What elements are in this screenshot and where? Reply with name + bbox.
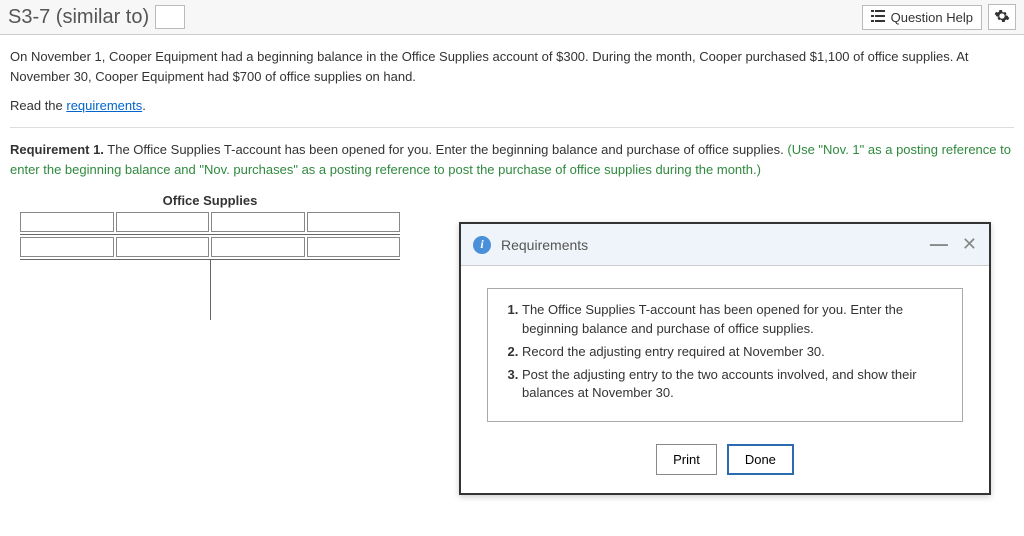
read-prefix: Read the	[10, 98, 66, 113]
t-cell-r2c2[interactable]	[116, 237, 210, 257]
done-button[interactable]: Done	[727, 444, 794, 475]
title-spacer-box	[155, 5, 185, 29]
requirement-item-1: The Office Supplies T-account has been o…	[522, 301, 948, 339]
popup-body: The Office Supplies T-account has been o…	[461, 266, 989, 440]
t-cell-r2c1[interactable]	[20, 237, 114, 257]
requirement-1-line: Requirement 1. The Office Supplies T-acc…	[10, 140, 1014, 179]
list-icon	[871, 10, 885, 25]
question-title: S3-7 (similar to)	[8, 6, 149, 29]
question-help-button[interactable]: Question Help	[862, 5, 982, 30]
requirement-item-3: Post the adjusting entry to the two acco…	[522, 366, 948, 404]
t-account: Office Supplies	[20, 193, 400, 320]
header-left: S3-7 (similar to)	[8, 5, 185, 29]
requirements-list: The Office Supplies T-account has been o…	[502, 301, 948, 403]
gear-icon	[994, 8, 1010, 27]
requirement-item-2: Record the adjusting entry required at N…	[522, 343, 948, 362]
popup-footer: Print Done	[461, 440, 989, 493]
t-cell-r2c4[interactable]	[307, 237, 401, 257]
settings-button[interactable]	[988, 4, 1016, 30]
requirement-1-text: The Office Supplies T-account has been o…	[104, 142, 787, 157]
divider	[10, 127, 1014, 128]
popup-controls: — ✕	[930, 234, 977, 255]
read-requirements-line: Read the requirements.	[10, 98, 1014, 113]
popup-header: i Requirements — ✕	[461, 224, 989, 266]
requirements-link[interactable]: requirements	[66, 98, 142, 113]
t-account-title: Office Supplies	[20, 193, 400, 208]
t-cell-r1c2[interactable]	[116, 212, 210, 232]
header-right: Question Help	[862, 4, 1016, 30]
t-account-row-2	[20, 237, 400, 260]
popup-title: Requirements	[501, 237, 588, 253]
t-cell-r1c3[interactable]	[211, 212, 305, 232]
read-suffix: .	[142, 98, 146, 113]
t-cell-r1c1[interactable]	[20, 212, 114, 232]
requirements-popup: i Requirements — ✕ The Office Supplies T…	[459, 222, 991, 495]
help-label: Question Help	[891, 10, 973, 25]
requirements-list-box: The Office Supplies T-account has been o…	[487, 288, 963, 422]
t-account-stem	[210, 260, 211, 320]
problem-text: On November 1, Cooper Equipment had a be…	[10, 47, 1014, 86]
t-cell-r2c3[interactable]	[211, 237, 305, 257]
requirement-1-label: Requirement 1.	[10, 142, 104, 157]
question-header: S3-7 (similar to) Question Help	[0, 0, 1024, 35]
t-account-row-1	[20, 212, 400, 235]
minimize-icon[interactable]: —	[930, 234, 948, 255]
print-button[interactable]: Print	[656, 444, 717, 475]
close-icon[interactable]: ✕	[962, 234, 977, 255]
info-icon: i	[473, 236, 491, 254]
t-cell-r1c4[interactable]	[307, 212, 401, 232]
popup-header-left: i Requirements	[473, 236, 588, 254]
